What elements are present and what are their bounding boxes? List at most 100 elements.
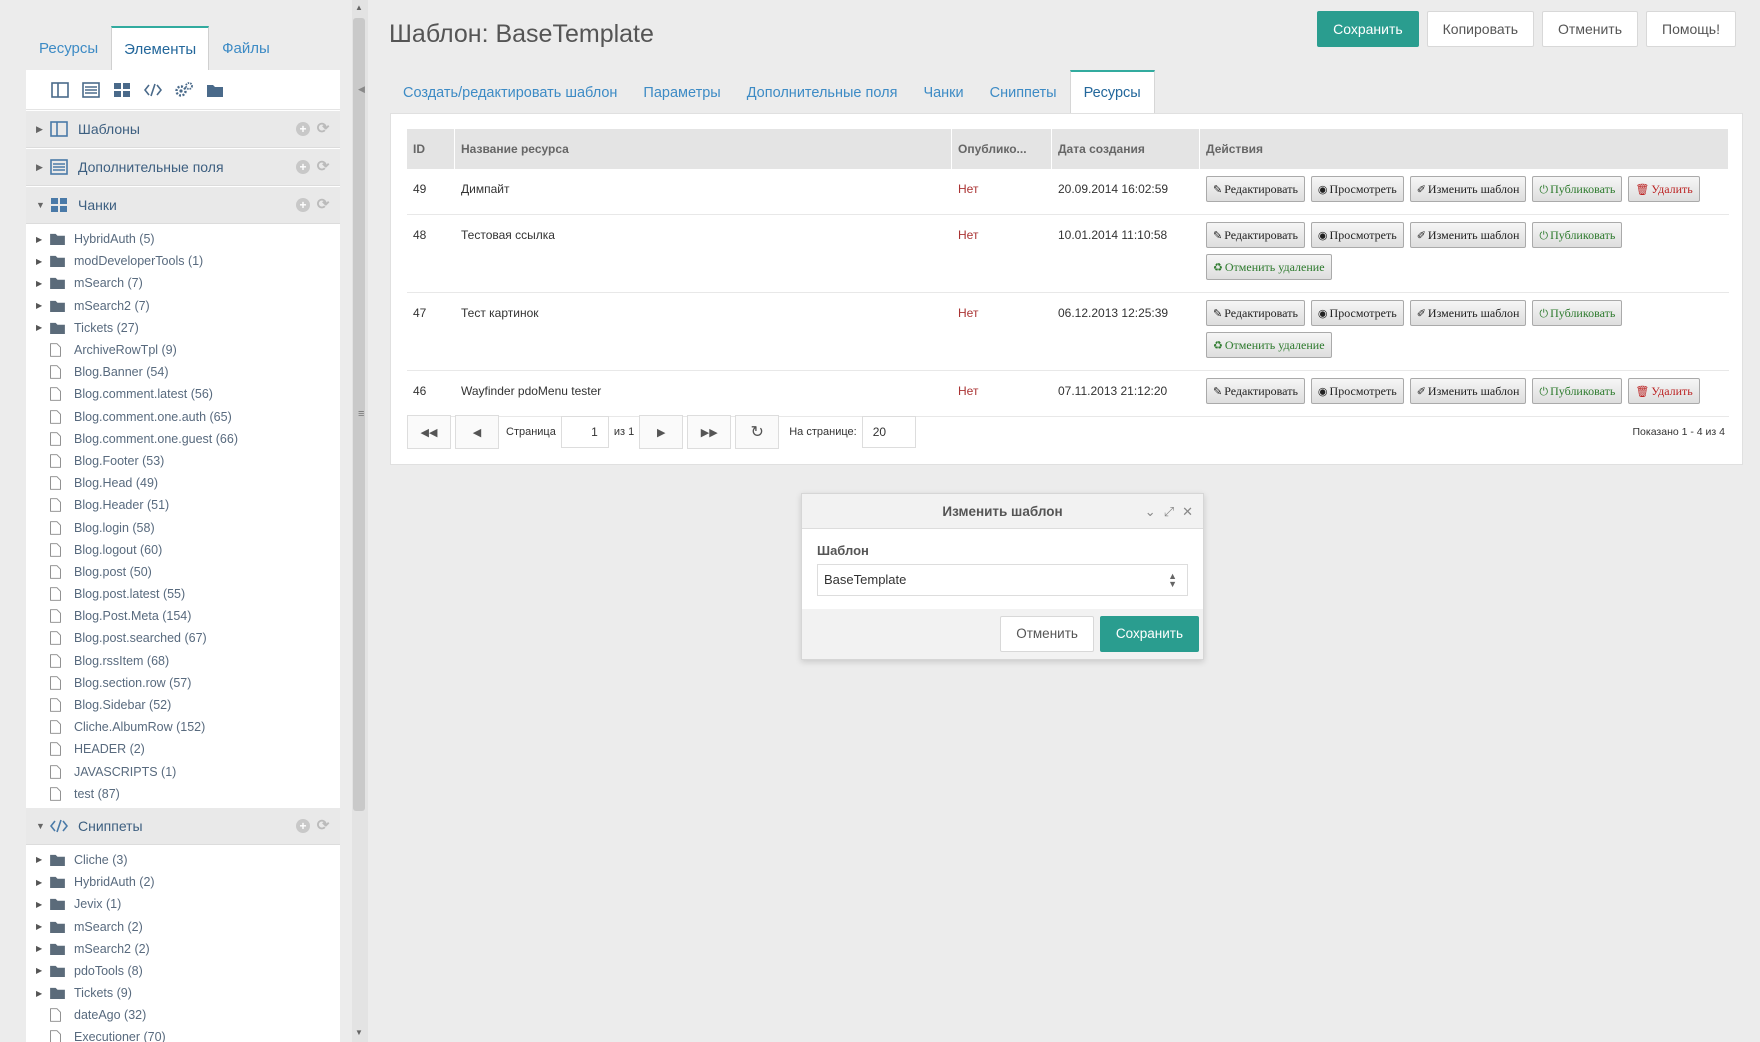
caret-right-icon[interactable]: ▶ bbox=[36, 257, 46, 266]
tree-file-item[interactable]: ▶Blog.post (50) bbox=[26, 561, 340, 583]
publish-button[interactable]: ⏻ Публиковать bbox=[1532, 378, 1623, 404]
tree-file-item[interactable]: ▶Blog.Header (51) bbox=[26, 494, 340, 516]
table-row[interactable]: 47 Тест картинок Нет 06.12.2013 12:25:39 ✎ Ре… bbox=[407, 293, 1729, 371]
refresh-icon[interactable]: ⟳ bbox=[316, 159, 330, 174]
tree-file-item[interactable]: ▶Blog.logout (60) bbox=[26, 539, 340, 561]
help-button[interactable]: Помощь! bbox=[1646, 11, 1736, 47]
maximize-icon[interactable]: ⤢ bbox=[1164, 494, 1174, 529]
table-row[interactable]: 49 Димпайт Нет 20.09.2014 16:02:59 ✎ Редактир… bbox=[407, 169, 1729, 215]
caret-right-icon[interactable]: ▶ bbox=[36, 279, 46, 288]
caret-right-icon[interactable]: ▶ bbox=[36, 162, 44, 173]
tab-properties[interactable]: Параметры bbox=[630, 70, 733, 114]
caret-right-icon[interactable]: ▶ bbox=[36, 989, 46, 998]
edit-button[interactable]: ✎ Редактировать bbox=[1206, 300, 1305, 326]
tree-file-item[interactable]: ▶Blog.Post.Meta (154) bbox=[26, 605, 340, 627]
caret-right-icon[interactable]: ▶ bbox=[36, 301, 46, 310]
save-button[interactable]: Сохранить bbox=[1317, 11, 1419, 47]
dialog-cancel-button[interactable]: Отменить bbox=[1000, 616, 1094, 652]
template-select[interactable]: BaseTemplate ▲ ▼ bbox=[817, 564, 1188, 596]
tree-file-item[interactable]: ▶ArchiveRowTpl (9) bbox=[26, 339, 340, 361]
refresh-icon[interactable]: ⟳ bbox=[316, 197, 330, 212]
tree-file-item[interactable]: ▶Blog.Head (49) bbox=[26, 472, 340, 494]
caret-down-icon[interactable]: ▼ bbox=[36, 200, 45, 210]
tree-file-item[interactable]: ▶Blog.Footer (53) bbox=[26, 450, 340, 472]
tree-file-item[interactable]: ▶dateAgo (32) bbox=[26, 1004, 340, 1026]
new-plugin-icon[interactable] bbox=[168, 78, 199, 102]
tab-tvs[interactable]: Дополнительные поля bbox=[734, 70, 911, 114]
delete-button[interactable]: 🗑 Удалить bbox=[1628, 378, 1700, 404]
tree-folder-item[interactable]: ▶ HybridAuth (2) bbox=[26, 871, 340, 893]
change-template-button[interactable]: ✐ Изменить шаблон bbox=[1409, 176, 1527, 202]
next-page-button[interactable]: ▶ bbox=[639, 415, 684, 449]
add-icon[interactable]: + bbox=[296, 198, 310, 212]
caret-right-icon[interactable]: ▶ bbox=[36, 323, 46, 332]
dialog-save-button[interactable]: Сохранить bbox=[1099, 616, 1199, 652]
refresh-icon[interactable]: ⟳ bbox=[316, 121, 330, 136]
tree-file-item[interactable]: ▶Blog.rssItem (68) bbox=[26, 650, 340, 672]
edit-button[interactable]: ✎ Редактировать bbox=[1206, 176, 1305, 202]
tree-folder-item[interactable]: ▶ HybridAuth (5) bbox=[26, 228, 340, 250]
change-template-button[interactable]: ✐ Изменить шаблон bbox=[1409, 378, 1527, 404]
caret-right-icon[interactable]: ▶ bbox=[36, 235, 46, 244]
page-input[interactable]: 1 bbox=[560, 416, 609, 448]
tree-file-item[interactable]: ▶Blog.Banner (54) bbox=[26, 361, 340, 383]
scroll-down-icon[interactable]: ▼ bbox=[355, 1028, 363, 1037]
collapse-left-icon[interactable]: ◀ bbox=[358, 84, 365, 95]
view-button[interactable]: ◉ Просмотреть bbox=[1310, 222, 1404, 248]
edit-button[interactable]: ✎ Редактировать bbox=[1206, 222, 1305, 248]
refresh-button[interactable]: ↻ bbox=[735, 415, 780, 449]
new-snippet-icon[interactable] bbox=[137, 78, 168, 102]
new-template-icon[interactable] bbox=[44, 78, 75, 102]
tree-file-item[interactable]: ▶Blog.post.searched (67) bbox=[26, 627, 340, 649]
tab-chunks[interactable]: Чанки bbox=[910, 70, 976, 114]
caret-right-icon[interactable]: ▶ bbox=[36, 944, 46, 953]
dialog-header[interactable]: Изменить шаблон ⌄ ⤢ ✕ bbox=[802, 494, 1203, 529]
publish-button[interactable]: ⏻ Публиковать bbox=[1532, 176, 1623, 202]
caret-right-icon[interactable]: ▶ bbox=[36, 878, 46, 887]
drag-handle-icon[interactable]: ≡ bbox=[358, 408, 364, 420]
caret-right-icon[interactable]: ▶ bbox=[36, 900, 46, 909]
add-icon[interactable]: + bbox=[296, 818, 310, 833]
tree-folder-item[interactable]: ▶ mSearch (7) bbox=[26, 272, 340, 294]
section-chunks[interactable]: ▼ Чанки + ⟳ bbox=[26, 187, 340, 224]
view-button[interactable]: ◉ Просмотреть bbox=[1310, 300, 1404, 326]
column-id[interactable]: ID bbox=[407, 129, 455, 169]
tree-folder-item[interactable]: ▶ modDeveloperTools (1) bbox=[26, 250, 340, 272]
refresh-icon[interactable]: ⟳ bbox=[316, 818, 330, 833]
new-category-icon[interactable] bbox=[199, 78, 230, 102]
tab-edit-template[interactable]: Создать/редактировать шаблон bbox=[390, 70, 630, 114]
tree-folder-item[interactable]: ▶ mSearch (2) bbox=[26, 915, 340, 937]
publish-button[interactable]: ⏻ Публиковать bbox=[1532, 222, 1623, 248]
tree-file-item[interactable]: ▶Blog.Sidebar (52) bbox=[26, 694, 340, 716]
change-template-button[interactable]: ✐ Изменить шаблон bbox=[1409, 300, 1527, 326]
caret-down-icon[interactable]: ▼ bbox=[36, 821, 45, 831]
tree-file-item[interactable]: ▶Blog.comment.latest (56) bbox=[26, 383, 340, 405]
table-row[interactable]: 48 Тестовая ссылка Нет 10.01.2014 11:10:58 ✎… bbox=[407, 215, 1729, 293]
tree-folder-item[interactable]: ▶ mSearch2 (2) bbox=[26, 938, 340, 960]
view-button[interactable]: ◉ Просмотреть bbox=[1310, 176, 1404, 202]
tree-file-item[interactable]: ▶Blog.section.row (57) bbox=[26, 672, 340, 694]
tree-folder-item[interactable]: ▶ Tickets (9) bbox=[26, 982, 340, 1004]
tree-file-item[interactable]: ▶Executioner (70) bbox=[26, 1026, 340, 1042]
tree-file-item[interactable]: ▶test (87) bbox=[26, 783, 340, 805]
caret-right-icon[interactable]: ▶ bbox=[36, 966, 46, 975]
tree-folder-item[interactable]: ▶ Tickets (27) bbox=[26, 317, 340, 339]
first-page-button[interactable]: ◀◀ bbox=[407, 415, 451, 449]
view-button[interactable]: ◉ Просмотреть bbox=[1310, 378, 1404, 404]
last-page-button[interactable]: ▶▶ bbox=[687, 415, 732, 449]
table-row[interactable]: 46 Wayfinder pdoMenu tester Нет 07.11.2013 … bbox=[407, 371, 1729, 417]
tab-resources[interactable]: Ресурсы bbox=[1069, 70, 1155, 114]
caret-right-icon[interactable]: ▶ bbox=[36, 855, 46, 864]
tree-file-item[interactable]: ▶Blog.post.latest (55) bbox=[26, 583, 340, 605]
tab-resources[interactable]: Ресурсы bbox=[26, 26, 111, 70]
caret-right-icon[interactable]: ▶ bbox=[36, 922, 46, 931]
section-tvs[interactable]: ▶ Дополнительные поля + ⟳ bbox=[26, 149, 340, 186]
undelete-button[interactable]: ♻ Отменить удаление bbox=[1206, 254, 1332, 280]
tab-snippets[interactable]: Сниппеты bbox=[977, 70, 1070, 114]
delete-button[interactable]: 🗑 Удалить bbox=[1628, 176, 1700, 202]
tab-files[interactable]: Файлы bbox=[209, 26, 283, 70]
edit-button[interactable]: ✎ Редактировать bbox=[1206, 378, 1305, 404]
column-created[interactable]: Дата создания bbox=[1052, 129, 1200, 169]
section-snippets[interactable]: ▼ Сниппеты + ⟳ bbox=[26, 807, 340, 845]
per-page-input[interactable]: 20 bbox=[861, 416, 916, 448]
